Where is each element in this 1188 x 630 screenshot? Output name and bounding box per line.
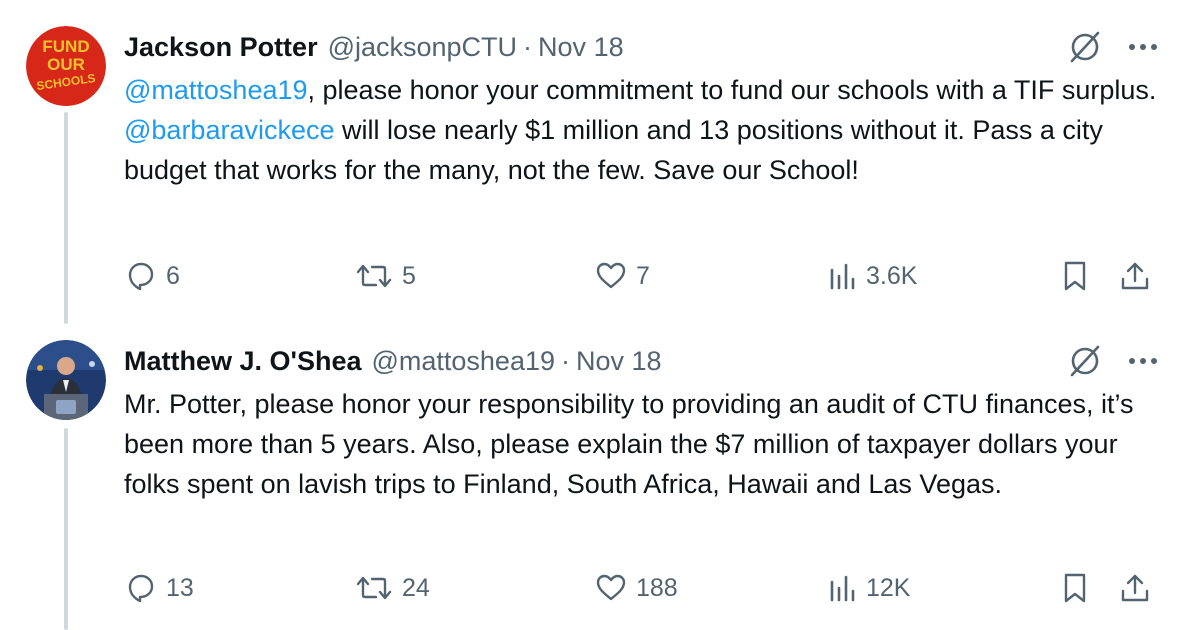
views-count: 3.6K — [866, 261, 918, 290]
repost-count: 24 — [402, 573, 430, 602]
tweet-header: Jackson Potter @jacksonpCTU · Nov 18 — [124, 27, 624, 67]
bookmark-button[interactable] — [1060, 256, 1090, 296]
mention-link[interactable]: @barbaravickece — [124, 115, 335, 145]
share-button[interactable] — [1118, 256, 1152, 296]
like-count: 188 — [636, 573, 678, 602]
views-count: 12K — [866, 573, 911, 602]
logo-text-line: FUND — [42, 37, 89, 56]
more-icon[interactable] — [1128, 42, 1158, 52]
like-button[interactable]: 7 — [594, 256, 650, 296]
repost-button[interactable]: 24 — [354, 568, 430, 608]
tweet-top-actions — [1068, 30, 1158, 64]
repost-icon — [356, 576, 392, 600]
bookmark-icon — [1064, 573, 1086, 603]
reply-count: 6 — [166, 261, 180, 290]
like-count: 7 — [636, 261, 650, 290]
author-name[interactable]: Matthew J. O'Shea — [124, 346, 361, 377]
like-icon — [596, 574, 626, 601]
views-icon — [830, 575, 855, 602]
views-button[interactable]: 12K — [828, 568, 910, 608]
share-icon — [1121, 574, 1149, 602]
reply-count: 13 — [166, 573, 194, 602]
like-icon — [596, 262, 626, 289]
tweet-text: @mattoshea19, please honor your commitme… — [124, 70, 1164, 190]
grok-icon[interactable] — [1068, 344, 1102, 378]
like-button[interactable]: 188 — [594, 568, 678, 608]
profile-photo — [26, 340, 106, 420]
mention-link[interactable]: @mattoshea19 — [124, 75, 308, 105]
tweet[interactable]: FUND OUR SCHOOLS Jackson Potter @jackson… — [0, 0, 1188, 320]
reply-button[interactable]: 13 — [124, 568, 194, 608]
repost-count: 5 — [402, 261, 416, 290]
repost-button[interactable]: 5 — [354, 256, 416, 296]
tweet-text: Mr. Potter, please honor your responsibi… — [124, 389, 1134, 499]
tweet-header: Matthew J. O'Shea @mattoshea19 · Nov 18 — [124, 341, 662, 381]
tweet-date[interactable]: Nov 18 — [576, 346, 662, 377]
views-icon — [830, 263, 855, 290]
conversation-thread: FUND OUR SCHOOLS Jackson Potter @jackson… — [0, 0, 1188, 630]
avatar[interactable]: FUND OUR SCHOOLS — [26, 26, 106, 106]
separator-dot: · — [523, 31, 533, 62]
reply-icon — [128, 262, 154, 291]
tweet-action-bar: 6 5 7 3.6K — [124, 256, 1164, 296]
bookmark-button[interactable] — [1060, 568, 1090, 608]
share-button[interactable] — [1118, 568, 1152, 608]
fund-our-schools-logo: FUND OUR SCHOOLS — [26, 26, 106, 106]
separator-dot: · — [561, 345, 570, 376]
reply-button[interactable]: 6 — [124, 256, 180, 296]
author-handle[interactable]: @mattoshea19 — [371, 346, 555, 377]
bookmark-icon — [1064, 261, 1086, 291]
reply-icon — [128, 574, 154, 603]
more-icon[interactable] — [1128, 356, 1158, 366]
share-icon — [1121, 262, 1149, 290]
tweet-text-segment: , please honor your commitment to fund o… — [307, 75, 1157, 105]
logo-text-line: OUR — [47, 55, 85, 74]
tweet-top-actions — [1068, 344, 1158, 378]
grok-icon[interactable] — [1068, 30, 1102, 64]
author-handle[interactable]: @jacksonpCTU — [328, 32, 517, 63]
tweet[interactable]: Matthew J. O'Shea @mattoshea19 · Nov 18 … — [0, 320, 1188, 630]
avatar[interactable] — [26, 340, 106, 420]
repost-icon — [356, 264, 392, 288]
tweet-action-bar: 13 24 188 12K — [124, 568, 1164, 608]
tweet-date[interactable]: Nov 18 — [538, 32, 624, 63]
views-button[interactable]: 3.6K — [828, 256, 917, 296]
author-name[interactable]: Jackson Potter — [124, 32, 318, 63]
